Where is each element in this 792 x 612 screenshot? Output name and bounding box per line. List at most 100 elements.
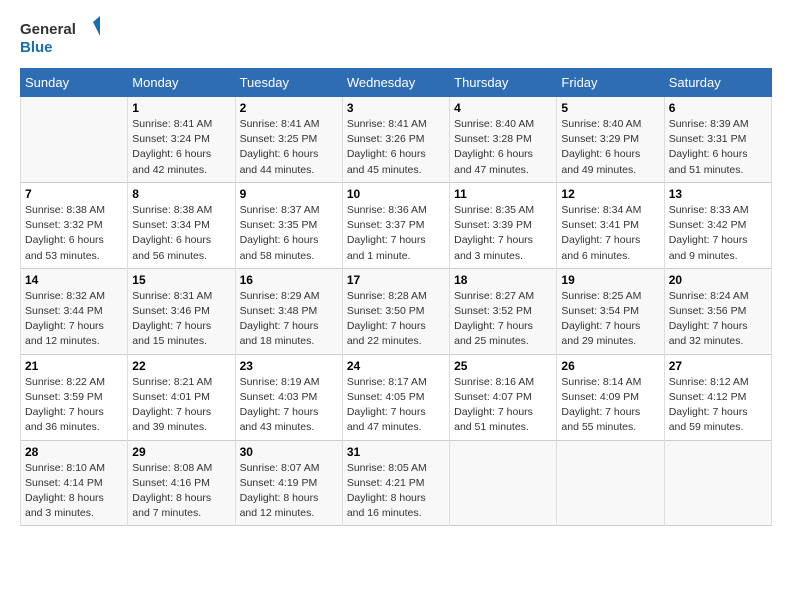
cell-content: Sunrise: 8:39 AMSunset: 3:31 PMDaylight:… xyxy=(669,117,767,178)
cell-content: Sunrise: 8:17 AMSunset: 4:05 PMDaylight:… xyxy=(347,375,445,436)
cell-content: Sunrise: 8:29 AMSunset: 3:48 PMDaylight:… xyxy=(240,289,338,350)
cell-w4-d1: 21Sunrise: 8:22 AMSunset: 3:59 PMDayligh… xyxy=(21,354,128,440)
cell-w2-d1: 7Sunrise: 8:38 AMSunset: 3:32 PMDaylight… xyxy=(21,182,128,268)
day-number: 15 xyxy=(132,273,230,287)
cell-content: Sunrise: 8:08 AMSunset: 4:16 PMDaylight:… xyxy=(132,461,230,522)
cell-w1-d2: 1 Sunrise: 8:41 AMSunset: 3:24 PMDaylight… xyxy=(128,97,235,183)
cell-content: Sunrise: 8:33 AMSunset: 3:42 PMDaylight:… xyxy=(669,203,767,264)
cell-content: Sunrise: 8:25 AMSunset: 3:54 PMDaylight:… xyxy=(561,289,659,350)
day-number: 5 xyxy=(561,101,659,115)
cell-w5-d5 xyxy=(450,440,557,526)
logo: General Blue xyxy=(20,16,100,58)
cell-content: Sunrise: 8:28 AMSunset: 3:50 PMDaylight:… xyxy=(347,289,445,350)
day-number: 22 xyxy=(132,359,230,373)
day-number: 7 xyxy=(25,187,123,201)
cell-content: Sunrise: 8:22 AMSunset: 3:59 PMDaylight:… xyxy=(25,375,123,436)
cell-w5-d1: 28 Sunrise: 8:10 AMSunset: 4:14 PMDayligh… xyxy=(21,440,128,526)
day-number: 6 xyxy=(669,101,767,115)
header-day-monday: Monday xyxy=(128,69,235,97)
cell-w5-d3: 30 Sunrise: 8:07 AMSunset: 4:19 PMDayligh… xyxy=(235,440,342,526)
cell-content: Sunrise: 8:12 AMSunset: 4:12 PMDaylight:… xyxy=(669,375,767,436)
day-number: 18 xyxy=(454,273,552,287)
cell-content: Sunrise: 8:10 AMSunset: 4:14 PMDaylight:… xyxy=(25,461,123,522)
day-number: 28 xyxy=(25,445,123,459)
cell-content: Sunrise: 8:40 AMSunset: 3:29 PMDaylight:… xyxy=(561,117,659,178)
day-number: 10 xyxy=(347,187,445,201)
cell-w4-d3: 23 Sunrise: 8:19 AMSunset: 4:03 PMDayligh… xyxy=(235,354,342,440)
cell-w2-d5: 11 Sunrise: 8:35 AMSunset: 3:39 PMDayligh… xyxy=(450,182,557,268)
header-row: SundayMondayTuesdayWednesdayThursdayFrid… xyxy=(21,69,772,97)
cell-w3-d3: 16 Sunrise: 8:29 AMSunset: 3:48 PMDayligh… xyxy=(235,268,342,354)
cell-w1-d3: 2 Sunrise: 8:41 AMSunset: 3:25 PMDaylight… xyxy=(235,97,342,183)
cell-w2-d6: 12 Sunrise: 8:34 AMSunset: 3:41 PMDayligh… xyxy=(557,182,664,268)
day-number: 26 xyxy=(561,359,659,373)
day-number: 23 xyxy=(240,359,338,373)
day-number: 1 xyxy=(132,101,230,115)
cell-w3-d2: 15Sunrise: 8:31 AMSunset: 3:46 PMDayligh… xyxy=(128,268,235,354)
cell-w3-d4: 17 Sunrise: 8:28 AMSunset: 3:50 PMDayligh… xyxy=(342,268,449,354)
cell-w2-d7: 13 Sunrise: 8:33 AMSunset: 3:42 PMDayligh… xyxy=(664,182,771,268)
day-number: 29 xyxy=(132,445,230,459)
day-number: 31 xyxy=(347,445,445,459)
svg-text:Blue: Blue xyxy=(20,39,53,56)
cell-w4-d7: 27 Sunrise: 8:12 AMSunset: 4:12 PMDayligh… xyxy=(664,354,771,440)
cell-content: Sunrise: 8:41 AMSunset: 3:24 PMDaylight:… xyxy=(132,117,230,178)
cell-content: Sunrise: 8:41 AMSunset: 3:26 PMDaylight:… xyxy=(347,117,445,178)
day-number: 27 xyxy=(669,359,767,373)
cell-w4-d5: 25Sunrise: 8:16 AMSunset: 4:07 PMDayligh… xyxy=(450,354,557,440)
day-number: 14 xyxy=(25,273,123,287)
header-day-sunday: Sunday xyxy=(21,69,128,97)
day-number: 8 xyxy=(132,187,230,201)
day-number: 3 xyxy=(347,101,445,115)
cell-content: Sunrise: 8:21 AMSunset: 4:01 PMDaylight:… xyxy=(132,375,230,436)
cell-w5-d4: 31 Sunrise: 8:05 AMSunset: 4:21 PMDayligh… xyxy=(342,440,449,526)
cell-w1-d5: 4Sunrise: 8:40 AMSunset: 3:28 PMDaylight… xyxy=(450,97,557,183)
cell-content: Sunrise: 8:38 AMSunset: 3:34 PMDaylight:… xyxy=(132,203,230,264)
week-row-4: 21Sunrise: 8:22 AMSunset: 3:59 PMDayligh… xyxy=(21,354,772,440)
cell-content: Sunrise: 8:16 AMSunset: 4:07 PMDaylight:… xyxy=(454,375,552,436)
day-number: 12 xyxy=(561,187,659,201)
cell-content: Sunrise: 8:05 AMSunset: 4:21 PMDaylight:… xyxy=(347,461,445,522)
cell-content: Sunrise: 8:07 AMSunset: 4:19 PMDaylight:… xyxy=(240,461,338,522)
day-number: 17 xyxy=(347,273,445,287)
day-number: 16 xyxy=(240,273,338,287)
cell-content: Sunrise: 8:24 AMSunset: 3:56 PMDaylight:… xyxy=(669,289,767,350)
cell-w2-d3: 9Sunrise: 8:37 AMSunset: 3:35 PMDaylight… xyxy=(235,182,342,268)
cell-w2-d2: 8 Sunrise: 8:38 AMSunset: 3:34 PMDaylight… xyxy=(128,182,235,268)
header-day-wednesday: Wednesday xyxy=(342,69,449,97)
cell-content: Sunrise: 8:14 AMSunset: 4:09 PMDaylight:… xyxy=(561,375,659,436)
header: General Blue xyxy=(20,16,772,58)
day-number: 20 xyxy=(669,273,767,287)
cell-content: Sunrise: 8:37 AMSunset: 3:35 PMDaylight:… xyxy=(240,203,338,264)
svg-text:General: General xyxy=(20,21,76,38)
cell-content: Sunrise: 8:41 AMSunset: 3:25 PMDaylight:… xyxy=(240,117,338,178)
header-day-thursday: Thursday xyxy=(450,69,557,97)
cell-content: Sunrise: 8:34 AMSunset: 3:41 PMDaylight:… xyxy=(561,203,659,264)
day-number: 30 xyxy=(240,445,338,459)
cell-w2-d4: 10 Sunrise: 8:36 AMSunset: 3:37 PMDayligh… xyxy=(342,182,449,268)
cell-content: Sunrise: 8:40 AMSunset: 3:28 PMDaylight:… xyxy=(454,117,552,178)
day-number: 11 xyxy=(454,187,552,201)
cell-content: Sunrise: 8:27 AMSunset: 3:52 PMDaylight:… xyxy=(454,289,552,350)
day-number: 24 xyxy=(347,359,445,373)
cell-content: Sunrise: 8:36 AMSunset: 3:37 PMDaylight:… xyxy=(347,203,445,264)
cell-w1-d7: 6 Sunrise: 8:39 AMSunset: 3:31 PMDaylight… xyxy=(664,97,771,183)
cell-w4-d4: 24 Sunrise: 8:17 AMSunset: 4:05 PMDayligh… xyxy=(342,354,449,440)
logo-svg: General Blue xyxy=(20,16,100,58)
cell-content: Sunrise: 8:32 AMSunset: 3:44 PMDaylight:… xyxy=(25,289,123,350)
cell-content: Sunrise: 8:19 AMSunset: 4:03 PMDaylight:… xyxy=(240,375,338,436)
cell-w1-d4: 3 Sunrise: 8:41 AMSunset: 3:26 PMDaylight… xyxy=(342,97,449,183)
header-day-friday: Friday xyxy=(557,69,664,97)
day-number: 2 xyxy=(240,101,338,115)
day-number: 19 xyxy=(561,273,659,287)
cell-w3-d5: 18 Sunrise: 8:27 AMSunset: 3:52 PMDayligh… xyxy=(450,268,557,354)
day-number: 13 xyxy=(669,187,767,201)
cell-w5-d2: 29 Sunrise: 8:08 AMSunset: 4:16 PMDayligh… xyxy=(128,440,235,526)
cell-w4-d2: 22 Sunrise: 8:21 AMSunset: 4:01 PMDayligh… xyxy=(128,354,235,440)
cell-content: Sunrise: 8:35 AMSunset: 3:39 PMDaylight:… xyxy=(454,203,552,264)
header-day-saturday: Saturday xyxy=(664,69,771,97)
cell-w5-d7 xyxy=(664,440,771,526)
cell-w4-d6: 26 Sunrise: 8:14 AMSunset: 4:09 PMDayligh… xyxy=(557,354,664,440)
cell-w1-d6: 5 Sunrise: 8:40 AMSunset: 3:29 PMDaylight… xyxy=(557,97,664,183)
cell-w3-d7: 20 Sunrise: 8:24 AMSunset: 3:56 PMDayligh… xyxy=(664,268,771,354)
